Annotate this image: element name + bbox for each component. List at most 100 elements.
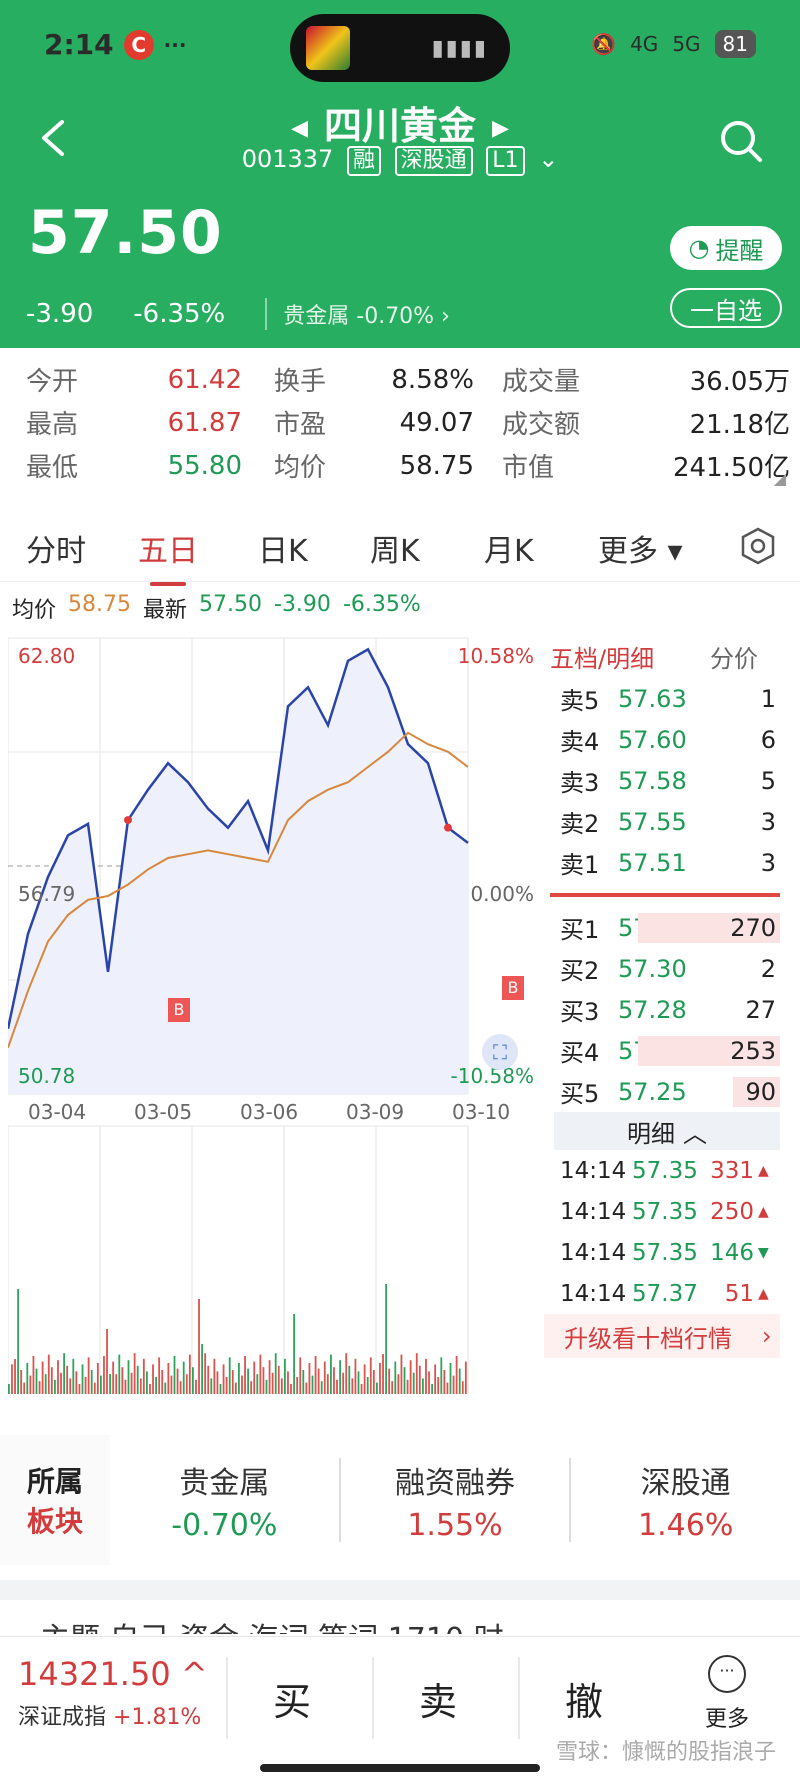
tab-weekly-k[interactable]: 周K: [370, 526, 420, 570]
buy-marker-label[interactable]: B: [502, 976, 524, 1000]
volume-bar: [38, 1381, 41, 1394]
volume-bar: [11, 1364, 13, 1394]
sell-button[interactable]: 卖: [372, 1657, 502, 1739]
bid-row[interactable]: 买4 57.26 253: [544, 1030, 780, 1071]
tab-daily-k[interactable]: 日K: [258, 526, 308, 570]
cancel-order-button[interactable]: 撤: [518, 1657, 648, 1739]
stat-label: 最高: [26, 410, 79, 440]
stat-value: 58.75: [399, 450, 474, 481]
expand-corner-icon[interactable]: ◢: [774, 469, 786, 488]
ask-row[interactable]: 卖4 57.60 6: [544, 719, 780, 760]
marker-dot: [444, 823, 452, 832]
volume-bar: [201, 1344, 203, 1394]
stats-row: 今开 61.42 换手 8.58% 成交量 36.05万: [0, 358, 800, 401]
latest-label: 最新: [143, 598, 188, 623]
ask-row[interactable]: 卖3 57.58 5: [544, 760, 780, 801]
stock-title[interactable]: ◀ 四川黄金 ▶: [0, 95, 800, 150]
tab-five-day[interactable]: 五日: [138, 526, 198, 586]
buy-marker-label[interactable]: B: [168, 998, 190, 1022]
search-icon[interactable]: [718, 118, 764, 164]
fullscreen-icon[interactable]: ⛶: [482, 1034, 518, 1070]
add-favorite-button[interactable]: 一自选: [670, 288, 782, 328]
volume-bar: [363, 1364, 366, 1394]
buy-button[interactable]: 买: [226, 1657, 356, 1739]
volume-bar: [219, 1384, 222, 1394]
watermark: 雪球：慷慨的股指浪子: [555, 1740, 776, 1765]
more-label: 更多: [704, 1707, 749, 1732]
volume-bar: [256, 1374, 259, 1394]
bid-label: 买1: [560, 916, 600, 944]
bid-row[interactable]: 买1 57.50 270: [544, 907, 780, 948]
y-mid-label: 56.79: [18, 882, 76, 906]
remind-button[interactable]: ◔ 提醒: [670, 226, 782, 270]
stat-value: 49.07: [399, 407, 474, 438]
volume-bar: [93, 1382, 96, 1394]
chevron-down-icon[interactable]: ⌄: [538, 145, 558, 173]
volume-bar: [96, 1363, 99, 1394]
volume-bar: [20, 1370, 23, 1394]
volume-bar: [155, 1377, 157, 1394]
volume-bar: [60, 1372, 62, 1394]
bid-row[interactable]: 买2 57.30 2: [544, 948, 780, 989]
volume-bar: [121, 1367, 124, 1394]
volume-bar: [216, 1371, 219, 1394]
volume-bar: [8, 1384, 10, 1394]
volume-bar: [35, 1368, 38, 1394]
ask-row[interactable]: 卖1 57.51 3: [544, 842, 780, 883]
volume-bar: [290, 1384, 292, 1394]
sector-item[interactable]: 贵金属 -0.70%: [110, 1458, 341, 1543]
volume-bar: [449, 1363, 452, 1394]
ask-price: 57.60: [618, 725, 687, 754]
tab-intraday[interactable]: 分时: [26, 526, 86, 570]
bid-row[interactable]: 买5 57.25 90: [544, 1071, 780, 1112]
bid-label: 买2: [560, 957, 600, 985]
x-tick-label: 03-06: [240, 1100, 299, 1124]
five-day-chart[interactable]: 62.80 56.79 50.78 10.58% 0.00% -10.58% 0…: [6, 634, 542, 1404]
stat-label: 市盈: [274, 410, 327, 440]
tab-monthly-k[interactable]: 月K: [484, 526, 534, 570]
more-button[interactable]: ··· 更多: [690, 1655, 764, 1733]
bottom-action-bar: 14321.50 ^ 深证成指 +1.81% 买 卖 撤 ··· 更多 雪球：慷…: [0, 1636, 800, 1780]
mute-icon: 🔕: [591, 32, 617, 56]
volume-bar: [44, 1374, 47, 1394]
volume-bar: [446, 1382, 449, 1394]
index-ticker[interactable]: 14321.50 ^ 深证成指 +1.81%: [18, 1655, 208, 1731]
volume-bar: [57, 1360, 59, 1394]
volume-bar: [231, 1370, 234, 1394]
volume-bar: [299, 1357, 302, 1394]
volume-bar: [409, 1360, 412, 1394]
tab-order-book[interactable]: 五档/明细: [550, 639, 654, 674]
volume-bar: [195, 1379, 197, 1394]
trade-price: 57.35: [632, 1239, 698, 1266]
prev-stock-icon[interactable]: ◀: [291, 116, 308, 141]
tab-price-dist[interactable]: 分价: [710, 639, 758, 674]
partial-tab-row[interactable]: 主题 自己 资金 海词 等词 1710 时: [0, 1614, 800, 1634]
volume-bar: [182, 1361, 185, 1394]
ask-row[interactable]: 卖5 57.63 1: [544, 678, 780, 719]
sector-item[interactable]: 深股通 1.46%: [571, 1458, 800, 1543]
remind-label: 提醒: [715, 236, 764, 265]
next-stock-icon[interactable]: ▶: [492, 116, 509, 141]
tab-more[interactable]: 更多 ▾: [598, 526, 683, 570]
trade-volume: 250: [710, 1198, 754, 1225]
volume-bar: [271, 1372, 274, 1394]
sector-link[interactable]: 贵金属 -0.70% ›: [265, 298, 450, 330]
volume-bar: [320, 1381, 323, 1394]
settings-hexagon-icon[interactable]: [738, 526, 778, 566]
volume-bar: [173, 1356, 176, 1394]
section-separator: [0, 1580, 800, 1600]
volume-bar: [23, 1382, 26, 1394]
volume-bar: [382, 1354, 384, 1394]
marker-dot: [124, 816, 132, 825]
sector-item[interactable]: 融资融券 1.55%: [341, 1458, 572, 1543]
price-chart-svg[interactable]: [6, 634, 542, 1404]
volume-bar: [461, 1381, 464, 1394]
volume-bar: [225, 1377, 228, 1394]
bid-row[interactable]: 买3 57.28 27: [544, 989, 780, 1030]
detail-toggle[interactable]: 明细 ︿: [554, 1112, 780, 1150]
ask-row[interactable]: 卖2 57.55 3: [544, 801, 780, 842]
upgrade-ten-level-button[interactable]: 升级看十档行情 ›: [544, 1314, 780, 1358]
battery-icon: 81: [714, 30, 756, 58]
volume-bar: [268, 1360, 271, 1394]
volume-bar: [176, 1368, 179, 1394]
